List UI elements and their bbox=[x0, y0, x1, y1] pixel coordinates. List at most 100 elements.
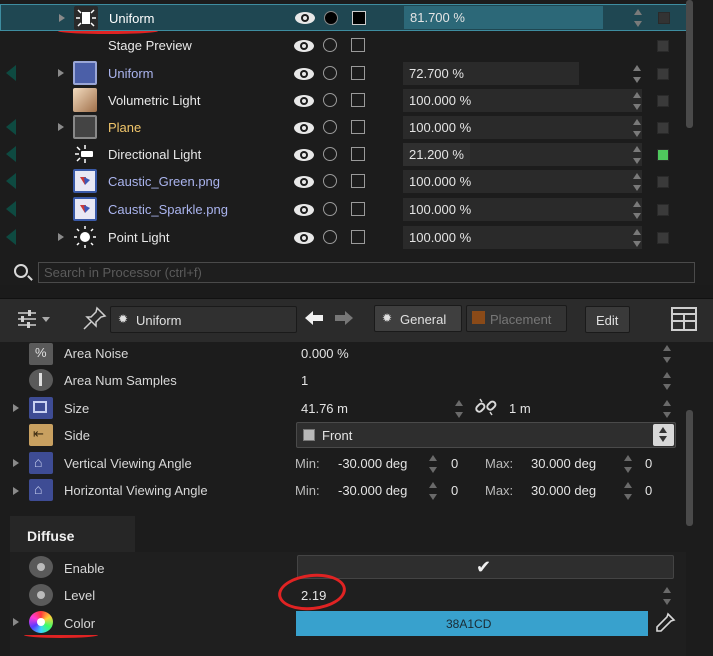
lock-toggle[interactable] bbox=[351, 147, 365, 161]
horizontal-max-spinner[interactable] bbox=[624, 482, 632, 500]
visibility-eye-icon[interactable] bbox=[294, 95, 314, 107]
unlink-chain-icon[interactable] bbox=[474, 395, 498, 419]
opacity-slider[interactable]: 100.000 % bbox=[403, 89, 642, 112]
lock-toggle[interactable] bbox=[351, 202, 365, 216]
forward-arrow-icon[interactable] bbox=[334, 310, 354, 326]
tree-row[interactable]: Uniform 81.700 % bbox=[0, 4, 690, 31]
lock-toggle[interactable] bbox=[351, 93, 365, 107]
enable-checkbox[interactable] bbox=[657, 95, 669, 107]
tree-row[interactable]: Point Light 100.000 % bbox=[0, 224, 690, 251]
lock-toggle[interactable] bbox=[351, 174, 365, 188]
visibility-eye-icon[interactable] bbox=[294, 40, 314, 52]
area-num-samples-spinner[interactable] bbox=[663, 372, 671, 390]
side-dropdown[interactable]: Front bbox=[296, 422, 676, 448]
visibility-eye-icon[interactable] bbox=[294, 204, 314, 216]
tree-row[interactable]: Plane 100.000 % bbox=[0, 114, 690, 141]
opacity-spinner[interactable] bbox=[634, 9, 642, 27]
enable-checkbox[interactable] bbox=[657, 40, 669, 52]
area-num-samples-value[interactable]: 1 bbox=[301, 373, 308, 388]
layout-icon[interactable] bbox=[671, 307, 697, 331]
enable-checkbox[interactable] bbox=[657, 68, 669, 80]
area-noise-spinner[interactable] bbox=[663, 345, 671, 363]
solo-toggle[interactable] bbox=[323, 202, 337, 216]
visibility-eye-icon[interactable] bbox=[294, 68, 314, 80]
tree-row[interactable]: Volumetric Light 100.000 % bbox=[0, 87, 690, 114]
solo-toggle[interactable] bbox=[323, 38, 337, 52]
visibility-eye-icon[interactable] bbox=[294, 149, 314, 161]
tree-row[interactable]: Caustic_Sparkle.png 100.000 % bbox=[0, 196, 690, 223]
lock-toggle[interactable] bbox=[351, 66, 365, 80]
opacity-slider[interactable]: 100.000 % bbox=[403, 226, 642, 249]
expand-icon[interactable] bbox=[13, 459, 19, 467]
opacity-spinner[interactable] bbox=[633, 119, 641, 137]
tab-placement[interactable]: Placement bbox=[466, 305, 567, 332]
size-link-value[interactable]: 1 m bbox=[509, 401, 531, 416]
opacity-slider[interactable]: 100.000 % bbox=[403, 198, 642, 221]
opacity-slider[interactable]: 100.000 % bbox=[403, 170, 642, 193]
opacity-spinner[interactable] bbox=[633, 92, 641, 110]
area-noise-value[interactable]: 0.000 % bbox=[301, 346, 349, 361]
visibility-eye-icon[interactable] bbox=[294, 122, 314, 134]
opacity-slider[interactable]: 81.700 % bbox=[404, 6, 603, 29]
expand-icon[interactable] bbox=[13, 487, 19, 495]
expand-icon[interactable] bbox=[58, 69, 64, 77]
solo-toggle[interactable] bbox=[324, 11, 338, 25]
sliders-icon[interactable] bbox=[16, 308, 40, 330]
chevron-down-icon[interactable] bbox=[42, 317, 50, 322]
vertical-max-value[interactable]: 30.000 deg bbox=[531, 456, 596, 471]
search-input[interactable] bbox=[38, 262, 695, 283]
enable-checkbox[interactable] bbox=[657, 176, 669, 188]
tree-row[interactable]: Caustic_Green.png 100.000 % bbox=[0, 168, 690, 195]
properties-scrollbar[interactable] bbox=[686, 410, 693, 526]
solo-toggle[interactable] bbox=[323, 230, 337, 244]
vertical-max-spinner[interactable] bbox=[624, 455, 632, 473]
size-link-spinner[interactable] bbox=[663, 400, 671, 418]
tree-scrollbar[interactable] bbox=[686, 0, 693, 128]
enable-checkbox[interactable] bbox=[658, 12, 670, 24]
tree-row[interactable]: Uniform 72.700 % bbox=[0, 60, 690, 87]
size-value[interactable]: 41.76 m bbox=[301, 401, 348, 416]
horizontal-min-value[interactable]: -30.000 deg bbox=[338, 483, 407, 498]
opacity-spinner[interactable] bbox=[633, 173, 641, 191]
tree-row[interactable]: Directional Light 21.200 % bbox=[0, 141, 690, 168]
tree-row[interactable]: Stage Preview bbox=[0, 32, 690, 59]
visibility-eye-icon[interactable] bbox=[295, 12, 315, 24]
opacity-slider[interactable]: 100.000 % bbox=[403, 116, 642, 139]
opacity-slider[interactable]: 21.200 % bbox=[403, 143, 642, 166]
enable-checkbox[interactable] bbox=[657, 122, 669, 134]
expand-icon[interactable] bbox=[59, 14, 65, 22]
expand-icon[interactable] bbox=[13, 404, 19, 412]
enable-checkbox[interactable]: ✔ bbox=[297, 555, 674, 579]
opacity-spinner[interactable] bbox=[633, 146, 641, 164]
solo-toggle[interactable] bbox=[323, 147, 337, 161]
enable-checkbox[interactable] bbox=[657, 149, 669, 161]
solo-toggle[interactable] bbox=[323, 93, 337, 107]
level-spinner[interactable] bbox=[663, 587, 671, 605]
lock-toggle[interactable] bbox=[351, 230, 365, 244]
size-spinner[interactable] bbox=[455, 400, 463, 418]
back-arrow-icon[interactable] bbox=[304, 310, 324, 326]
expand-icon[interactable] bbox=[58, 123, 64, 131]
opacity-spinner[interactable] bbox=[633, 201, 641, 219]
horizontal-min-extra[interactable]: 0 bbox=[451, 483, 458, 498]
edit-button[interactable]: Edit bbox=[585, 306, 630, 333]
chevron-updown-icon[interactable] bbox=[653, 424, 674, 446]
expand-icon[interactable] bbox=[58, 233, 64, 241]
color-swatch[interactable]: 38A1CD bbox=[296, 611, 648, 636]
opacity-spinner[interactable] bbox=[633, 229, 641, 247]
lock-toggle[interactable] bbox=[351, 38, 365, 52]
diffuse-section-header[interactable]: Diffuse bbox=[10, 516, 135, 552]
opacity-spinner[interactable] bbox=[633, 65, 641, 83]
horizontal-max-value[interactable]: 30.000 deg bbox=[531, 483, 596, 498]
visibility-eye-icon[interactable] bbox=[294, 176, 314, 188]
tab-general[interactable]: ✹ General bbox=[374, 305, 462, 332]
node-name-field[interactable]: ✹ Uniform bbox=[110, 306, 297, 333]
solo-toggle[interactable] bbox=[323, 174, 337, 188]
opacity-slider[interactable]: 72.700 % bbox=[403, 62, 579, 85]
lock-toggle[interactable] bbox=[352, 11, 366, 25]
horizontal-max-extra[interactable]: 0 bbox=[645, 483, 652, 498]
expand-icon[interactable] bbox=[13, 618, 19, 626]
pin-icon[interactable] bbox=[80, 305, 108, 333]
vertical-min-extra[interactable]: 0 bbox=[451, 456, 458, 471]
solo-toggle[interactable] bbox=[323, 66, 337, 80]
